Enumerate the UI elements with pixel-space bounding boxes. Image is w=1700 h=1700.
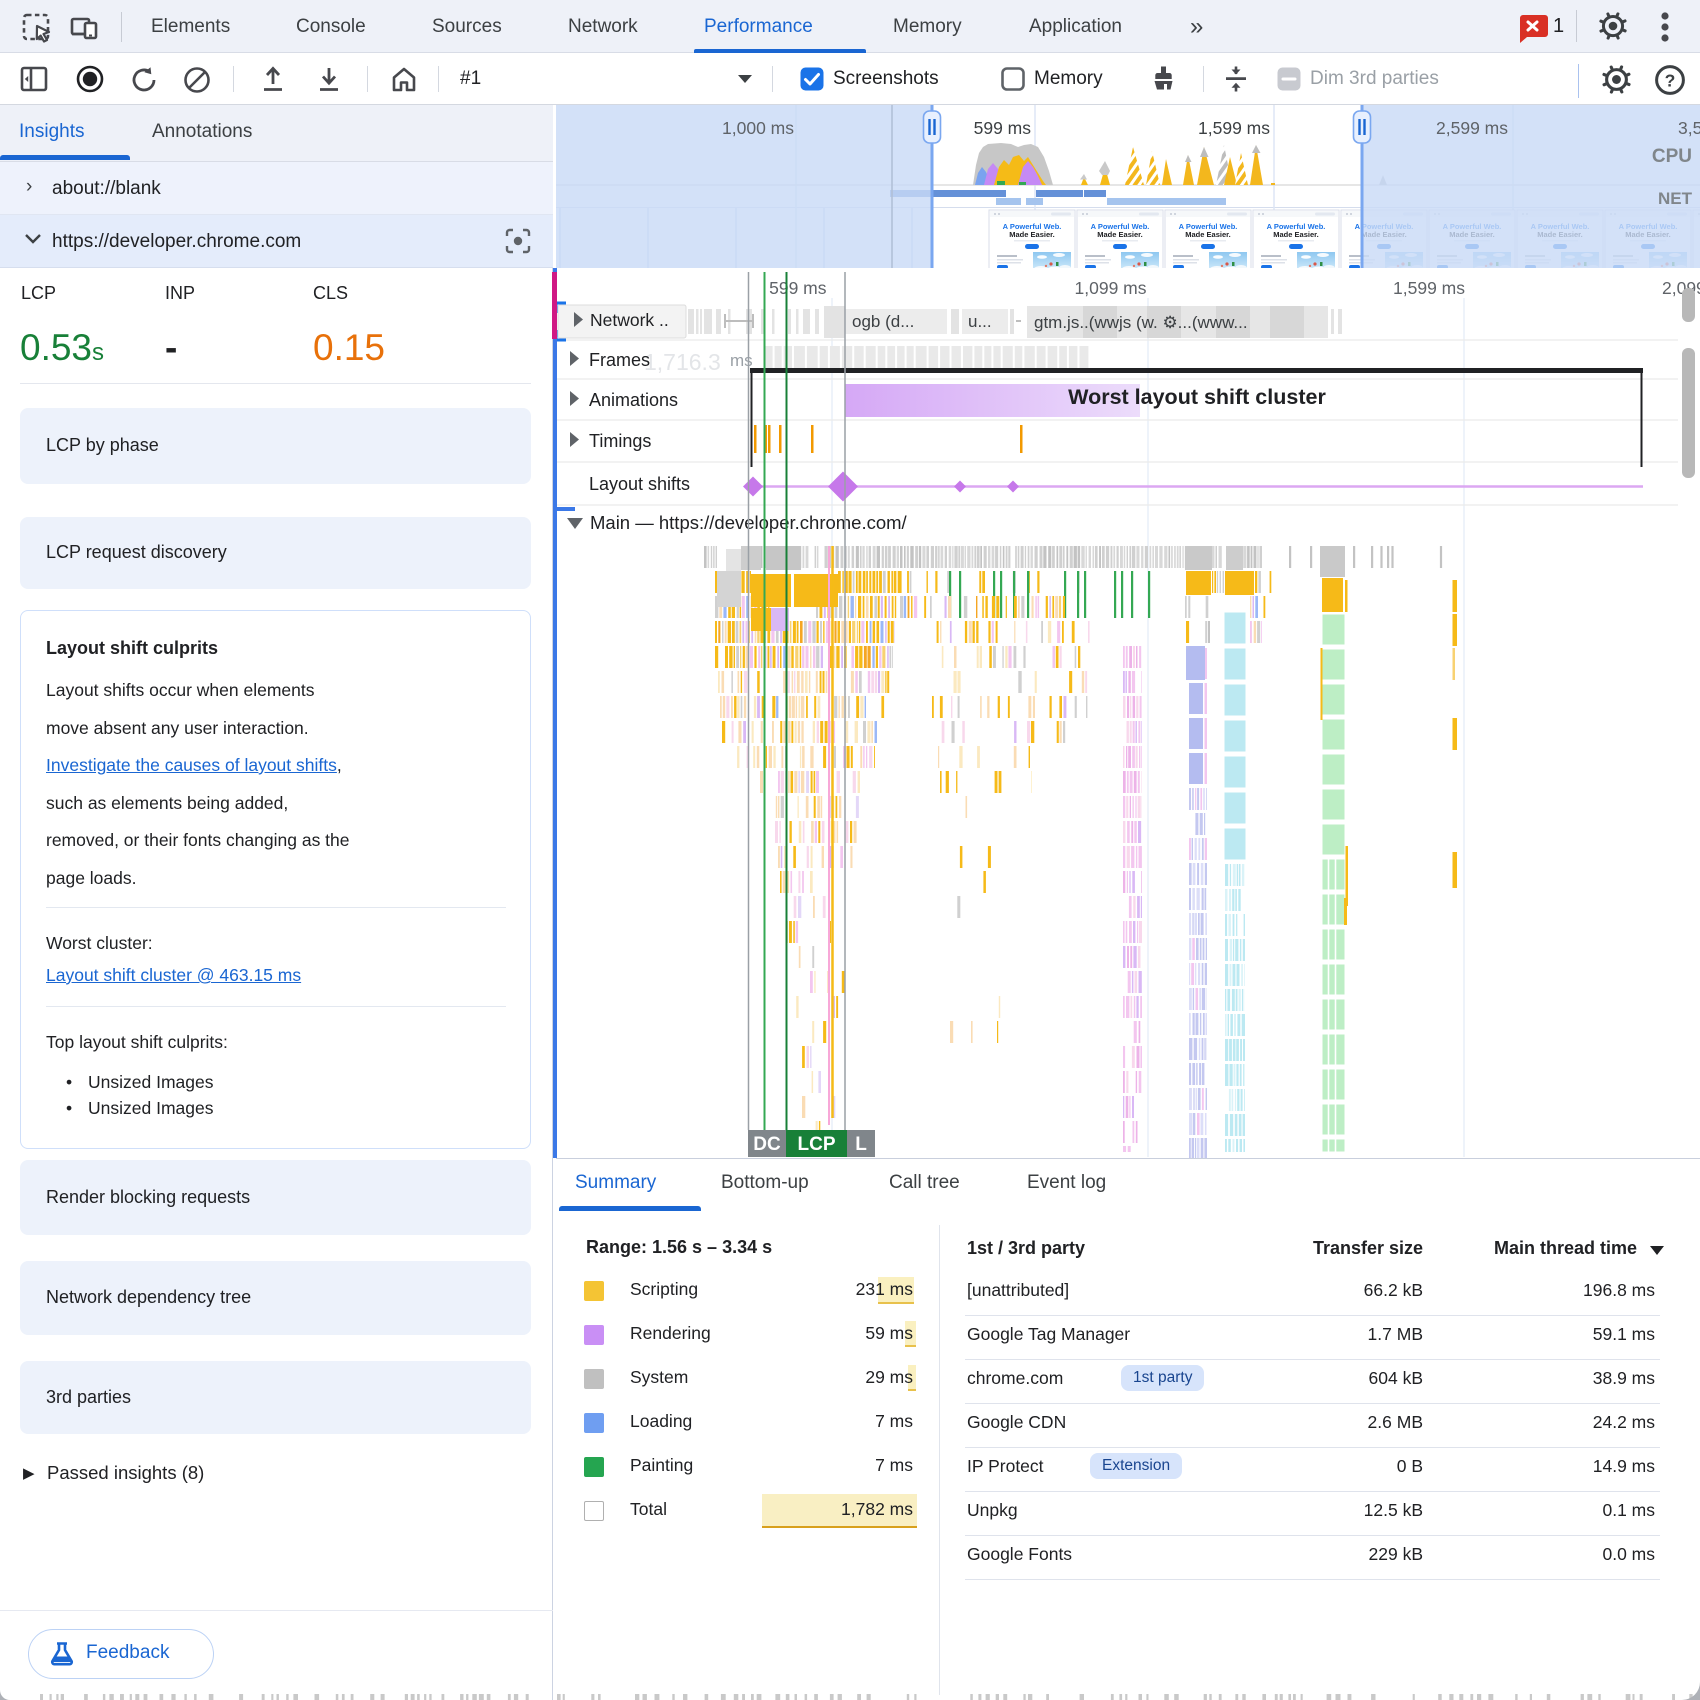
svg-text:Timings: Timings — [589, 431, 651, 451]
svg-text:NET: NET — [1658, 189, 1693, 208]
svg-text:LCP: LCP — [798, 1134, 836, 1155]
svg-text:Frames: Frames — [589, 350, 650, 370]
svg-text:Network ..: Network .. — [590, 310, 669, 330]
svg-text:?: ? — [1665, 71, 1676, 91]
svg-text:599 ms: 599 ms — [769, 278, 827, 298]
svg-text:ms: ms — [730, 351, 753, 370]
svg-text:1,000 ms: 1,000 ms — [722, 118, 794, 138]
svg-text:3,599: 3,599 — [1678, 118, 1700, 138]
svg-text:1,599 ms: 1,599 ms — [1393, 278, 1465, 298]
svg-text:2,599 ms: 2,599 ms — [1436, 118, 1508, 138]
svg-text:599 ms: 599 ms — [974, 118, 1032, 138]
svg-text:Layout shifts: Layout shifts — [589, 474, 690, 494]
svg-text:1,599 ms: 1,599 ms — [1198, 118, 1270, 138]
svg-text:u...: u... — [968, 312, 992, 331]
svg-text:Worst layout shift cluster: Worst layout shift cluster — [1068, 385, 1326, 409]
svg-text:Animations: Animations — [589, 390, 678, 410]
svg-text:1,716.3: 1,716.3 — [644, 349, 721, 375]
svg-text:DC: DC — [753, 1134, 781, 1155]
svg-text:ogb (d...: ogb (d... — [852, 312, 914, 331]
svg-text:CPU: CPU — [1652, 146, 1692, 167]
svg-text:L: L — [855, 1134, 867, 1155]
svg-text:1,099 ms: 1,099 ms — [1075, 278, 1147, 298]
svg-text:gtm.js..(wwjs (w. ⚙...(www...: gtm.js..(wwjs (w. ⚙...(www... — [1034, 313, 1248, 332]
